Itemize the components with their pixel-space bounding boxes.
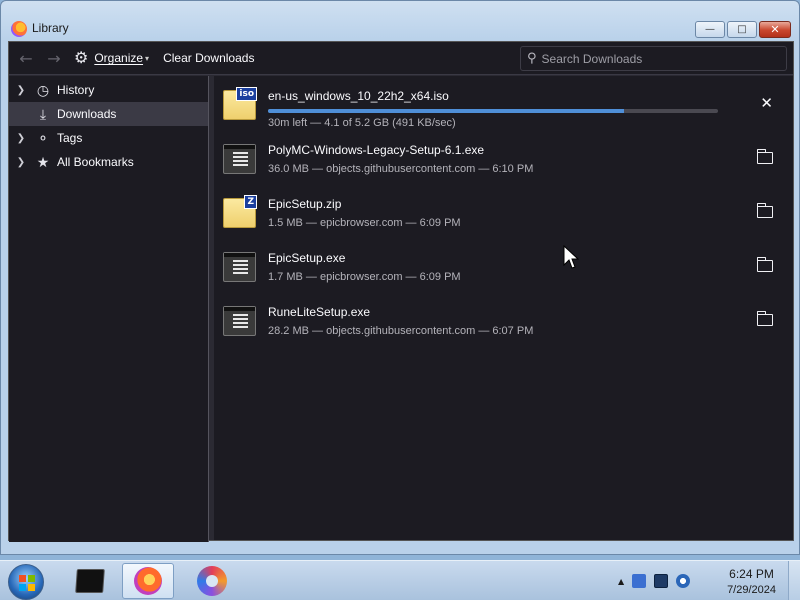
download-filename: en-us_windows_10_22h2_x64.iso bbox=[268, 89, 449, 103]
maximize-button[interactable]: □ bbox=[727, 21, 757, 38]
sidebar-item-label: All Bookmarks bbox=[57, 155, 134, 169]
show-desktop-button[interactable] bbox=[788, 561, 800, 600]
zip-file-icon: Z bbox=[223, 195, 257, 228]
download-item[interactable]: PolyMC-Windows-Legacy-Setup-6.1.exe 36.0… bbox=[214, 130, 793, 184]
network-icon[interactable] bbox=[632, 574, 647, 588]
file-badge: iso bbox=[236, 87, 257, 101]
sidebar-item-label: History bbox=[57, 83, 95, 97]
download-filename: EpicSetup.zip bbox=[268, 197, 342, 211]
browser-icon bbox=[197, 566, 227, 596]
system-tray: ▲ bbox=[618, 561, 691, 600]
windows-logo-icon bbox=[19, 575, 35, 591]
exe-file-icon bbox=[223, 252, 256, 282]
search-box: ⚲ bbox=[520, 46, 787, 71]
back-button[interactable]: ← bbox=[12, 49, 40, 68]
expand-twisty-icon[interactable]: ❯ bbox=[9, 157, 33, 168]
folder-icon bbox=[756, 149, 773, 164]
clock-date: 7/29/2024 bbox=[727, 584, 776, 596]
clear-downloads-button[interactable]: Clear Downloads bbox=[163, 51, 254, 65]
download-status: 30m left — 4.1 of 5.2 GB (491 KB/sec) bbox=[268, 117, 456, 129]
search-input[interactable] bbox=[541, 51, 772, 66]
mouse-cursor-icon bbox=[563, 245, 579, 269]
clock-time: 6:24 PM bbox=[729, 567, 774, 581]
download-status: 28.2 MB — objects.githubusercontent.com … bbox=[268, 325, 534, 337]
sidebar-item-label: Downloads bbox=[57, 107, 117, 121]
gear-icon: ⚙ bbox=[74, 50, 89, 67]
exe-file-icon bbox=[223, 306, 256, 336]
volume-icon[interactable] bbox=[676, 574, 691, 588]
arrow-left-icon: ← bbox=[19, 48, 33, 68]
monitor-icon[interactable] bbox=[654, 574, 669, 588]
expand-twisty-icon[interactable]: ❯ bbox=[9, 133, 33, 144]
iso-file-icon: iso bbox=[223, 87, 257, 120]
firefox-icon bbox=[134, 567, 162, 595]
download-icon: ⤓ bbox=[39, 105, 47, 122]
taskbar-clock[interactable]: 6:24 PM 7/29/2024 bbox=[727, 566, 776, 598]
start-button[interactable] bbox=[8, 564, 44, 600]
cancel-download-button[interactable]: ✕ bbox=[760, 94, 773, 112]
search-icon: ⚲ bbox=[527, 51, 537, 66]
download-progress-bar bbox=[268, 109, 718, 113]
download-item[interactable]: iso en-us_windows_10_22h2_x64.iso 30m le… bbox=[214, 76, 793, 130]
folder-icon bbox=[756, 311, 773, 326]
library-client-area: ← → ⚙ Organize ▾ Clear Downloads ⚲ ❯ ◷ H… bbox=[8, 41, 794, 542]
sidebar-item-downloads[interactable]: ⤓ Downloads bbox=[9, 102, 208, 126]
taskbar-terminal[interactable] bbox=[64, 563, 116, 599]
forward-button[interactable]: → bbox=[40, 49, 68, 68]
library-window: Library — □ ✕ ← → ⚙ Organize ▾ Clear Dow… bbox=[0, 0, 800, 555]
terminal-icon bbox=[75, 569, 105, 593]
toolbar: ← → ⚙ Organize ▾ Clear Downloads ⚲ bbox=[9, 42, 793, 75]
file-badge: Z bbox=[244, 195, 257, 209]
show-hidden-icons-button[interactable]: ▲ bbox=[618, 577, 624, 586]
clock-icon: ◷ bbox=[36, 81, 50, 98]
show-in-folder-button[interactable] bbox=[756, 149, 773, 164]
caption-buttons: — □ ✕ bbox=[695, 21, 791, 38]
organize-menu-button[interactable]: ⚙ Organize ▾ bbox=[74, 48, 149, 68]
firefox-icon bbox=[11, 21, 27, 37]
tag-icon: ⚬ bbox=[37, 129, 49, 146]
show-in-folder-button[interactable] bbox=[756, 203, 773, 218]
close-button[interactable]: ✕ bbox=[759, 21, 791, 38]
show-in-folder-button[interactable] bbox=[756, 311, 773, 326]
download-filename: PolyMC-Windows-Legacy-Setup-6.1.exe bbox=[268, 143, 485, 157]
title-bar[interactable]: Library — □ ✕ bbox=[1, 1, 799, 41]
download-filename: EpicSetup.exe bbox=[268, 251, 346, 265]
sidebar-item-all-bookmarks[interactable]: ❯ ★ All Bookmarks bbox=[9, 150, 208, 174]
download-filename: RuneLiteSetup.exe bbox=[268, 305, 371, 319]
minimize-icon: — bbox=[705, 23, 715, 35]
taskbar-firefox[interactable] bbox=[122, 563, 174, 599]
downloads-list: iso en-us_windows_10_22h2_x64.iso 30m le… bbox=[214, 76, 793, 540]
progress-fill bbox=[268, 109, 624, 113]
download-status: 1.5 MB — epicbrowser.com — 6:09 PM bbox=[268, 217, 461, 229]
minimize-button[interactable]: — bbox=[695, 21, 725, 38]
close-icon: ✕ bbox=[770, 23, 780, 36]
close-icon: ✕ bbox=[760, 94, 773, 112]
download-status: 1.7 MB — epicbrowser.com — 6:09 PM bbox=[268, 271, 461, 283]
download-status: 36.0 MB — objects.githubusercontent.com … bbox=[268, 163, 534, 175]
sidebar-item-tags[interactable]: ❯ ⚬ Tags bbox=[9, 126, 208, 150]
folder-icon bbox=[756, 257, 773, 272]
taskbar: ▲ 6:24 PM 7/29/2024 bbox=[0, 560, 800, 600]
folder-icon bbox=[756, 203, 773, 218]
show-in-folder-button[interactable] bbox=[756, 257, 773, 272]
download-item[interactable]: Z EpicSetup.zip 1.5 MB — epicbrowser.com… bbox=[214, 184, 793, 238]
star-icon: ★ bbox=[36, 153, 50, 170]
organize-label: Organize bbox=[94, 51, 144, 65]
taskbar-browser[interactable] bbox=[186, 563, 238, 599]
arrow-right-icon: → bbox=[47, 48, 61, 68]
sidebar-item-history[interactable]: ❯ ◷ History bbox=[9, 78, 208, 102]
exe-file-icon bbox=[223, 144, 256, 174]
download-item[interactable]: EpicSetup.exe 1.7 MB — epicbrowser.com —… bbox=[214, 238, 793, 292]
chevron-down-icon: ▾ bbox=[145, 53, 150, 63]
sidebar-item-label: Tags bbox=[57, 131, 83, 145]
maximize-icon: □ bbox=[737, 23, 747, 35]
window-title: Library bbox=[32, 21, 69, 35]
sidebar: ❯ ◷ History ⤓ Downloads ❯ ⚬ Tags ❯ ★ All… bbox=[9, 76, 209, 542]
expand-twisty-icon[interactable]: ❯ bbox=[9, 85, 33, 96]
download-item[interactable]: RuneLiteSetup.exe 28.2 MB — objects.gith… bbox=[214, 292, 793, 346]
